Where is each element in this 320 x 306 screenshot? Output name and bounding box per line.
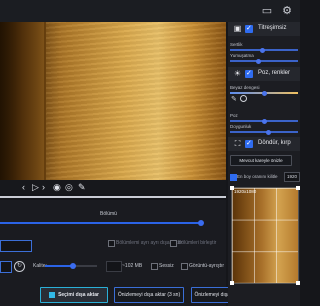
preview-seam <box>44 22 46 180</box>
quality-fill <box>45 265 71 267</box>
preview-current-frame-label: Mevcut kareyle önizle <box>239 158 283 163</box>
visibility-icon[interactable]: ◎ <box>65 181 73 193</box>
hardness-slider[interactable] <box>230 47 298 53</box>
loop-icon[interactable]: ↻ <box>14 261 25 272</box>
color-section-header[interactable]: ☀ Poz, renkler <box>228 67 300 81</box>
transform-section-header[interactable]: ⛶ Döndür, kırp <box>228 137 300 151</box>
transform-title: Döndür, kırp <box>258 140 291 146</box>
color-toggle[interactable] <box>245 69 253 78</box>
transform-toggle[interactable] <box>245 139 253 148</box>
export-preview-3s-label: Önizlemeyi dışa aktar (3 sn) <box>117 292 181 298</box>
white-balance-label: Beyaz dengesi <box>230 85 260 90</box>
split-checkbox[interactable] <box>108 240 115 247</box>
prev-frame-icon[interactable]: ‹ <box>22 181 25 193</box>
size-value: ~102 MB <box>122 263 143 269</box>
denoise-label-hardness: Sertlik <box>230 42 243 47</box>
folder-icon[interactable]: ▭ <box>260 4 274 18</box>
reset-wb-icon[interactable] <box>240 95 247 102</box>
eye-icon[interactable]: ◉ <box>53 181 61 193</box>
crop-preview[interactable]: 1920x1080 <box>230 186 300 285</box>
format-select[interactable] <box>0 261 12 273</box>
visible-sync-checkbox[interactable] <box>181 263 188 270</box>
top-toolbar: ▭ ⚙ <box>0 0 300 22</box>
denoise-title: Titreşimsiz <box>258 25 287 31</box>
exposure-label: Poz <box>230 113 238 118</box>
timeline-track[interactable] <box>0 196 226 198</box>
silent-label: Sessiz <box>159 263 174 269</box>
smoothing-slider[interactable] <box>230 58 298 64</box>
aspect-lock-checkbox[interactable] <box>230 174 237 181</box>
crop-handle-bl[interactable] <box>230 281 234 285</box>
export-selection-label: Seçimi dışa aktar <box>58 292 99 298</box>
play-icon[interactable]: ▷ <box>32 181 39 193</box>
preview-texture <box>46 22 226 180</box>
denoise-toggle[interactable] <box>245 24 253 33</box>
export-preview-3s-button[interactable]: Önizlemeyi dışa aktar (3 sn) <box>114 287 184 303</box>
denoise-label-smoothing: Yumuşatma <box>230 53 254 58</box>
color-title: Poz, renkler <box>258 70 291 76</box>
export-selection-button[interactable]: Seçimi dışa aktar <box>40 287 108 303</box>
denoise-icon: ▣ <box>233 24 242 33</box>
export-icon <box>49 291 56 298</box>
visible-sync-label: Görüntü-ayrıştır <box>189 263 225 269</box>
merge-option-label: Bölümleri birleştir <box>178 240 217 246</box>
quality-value-input[interactable] <box>106 261 122 272</box>
crop-handle-tl[interactable] <box>230 186 234 190</box>
aspect-lock-label: En boy oranını kilitle <box>237 174 278 179</box>
export-settings-panel: Bölümü Bölümlemi ayrı ayrı dışa aktar Bö… <box>0 200 263 306</box>
white-balance-slider[interactable] <box>230 90 298 96</box>
denoise-section-header[interactable]: ▣ Titreşimsiz <box>228 22 300 36</box>
aspect-value-input[interactable]: 1920 <box>284 172 300 182</box>
sun-icon: ☀ <box>233 69 242 78</box>
crop-grid <box>232 188 298 283</box>
crop-handle-br[interactable] <box>296 281 300 285</box>
merge-checkbox[interactable] <box>170 240 177 247</box>
crop-handle-tr[interactable] <box>296 186 300 190</box>
range-input[interactable] <box>0 240 32 252</box>
saturation-label: Doygunluk <box>230 124 252 129</box>
playback-bar: ‹ ▷ › ◉ ◎ ✎ <box>0 180 226 194</box>
saturation-slider[interactable] <box>230 129 298 135</box>
gear-icon[interactable]: ⚙ <box>280 4 294 18</box>
resolution-label: 1920x1080 <box>234 189 257 194</box>
quality-handle[interactable] <box>70 263 76 269</box>
video-preview[interactable] <box>0 22 226 180</box>
eyedropper-icon[interactable]: ✎ <box>78 181 86 193</box>
silent-checkbox[interactable] <box>151 263 158 270</box>
range-end-handle[interactable] <box>198 220 204 226</box>
section-label: Bölümü <box>100 211 117 217</box>
next-frame-icon[interactable]: › <box>42 181 45 193</box>
preview-current-frame-button[interactable]: Mevcut kareyle önizle <box>230 155 292 166</box>
crop-icon: ⛶ <box>234 139 241 148</box>
range-track[interactable] <box>0 222 200 224</box>
aspect-value: 1920 <box>286 174 297 179</box>
exposure-slider[interactable] <box>230 118 298 124</box>
eyedropper-icon[interactable]: ✎ <box>231 95 237 103</box>
